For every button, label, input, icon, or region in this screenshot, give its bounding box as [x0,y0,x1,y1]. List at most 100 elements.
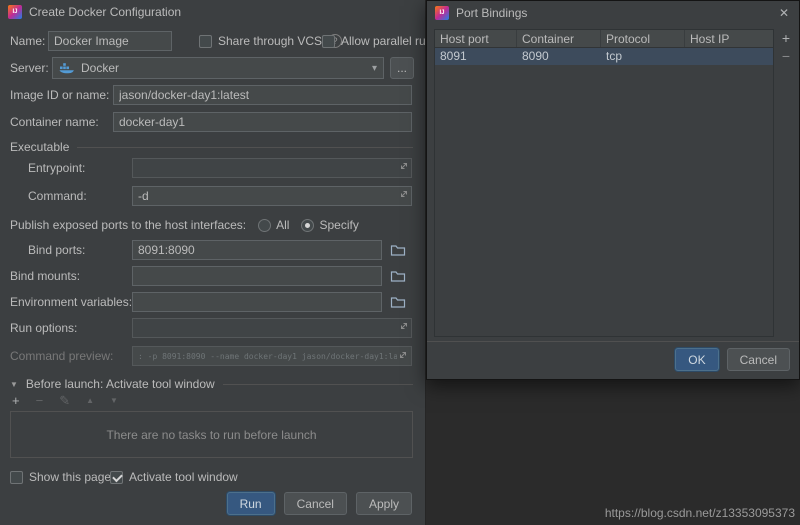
expand-icon[interactable] [398,160,410,172]
intellij-logo-icon: IJ [435,6,449,20]
show-page-option: Show this page [10,467,111,487]
run-options-input[interactable] [132,318,412,338]
image-label: Image ID or name: [10,88,110,102]
browse-folder-icon[interactable] [390,243,406,257]
intellij-logo-icon: IJ [8,5,22,19]
port-bindings-table: Host port Container port Protocol Host I… [434,29,774,337]
intellij-logo-text: IJ [439,10,445,16]
env-vars-label: Environment variables: [10,295,133,309]
move-down-button[interactable]: ▼ [110,393,118,409]
right-dialog-titlebar: IJ Port Bindings ✕ [427,1,799,25]
server-label: Server: [10,61,49,75]
name-field-wrap [48,31,172,51]
image-field-wrap [113,85,412,105]
server-select[interactable]: Docker ▾ [52,57,384,79]
allow-parallel-option: Allow parallel run [322,31,432,51]
bind-mounts-input[interactable] [132,266,382,286]
container-field-wrap [113,112,412,132]
section-divider [222,383,413,385]
server-value: Docker [81,61,120,75]
watermark-text: https://blog.csdn.net/z13353095373 [604,506,795,520]
column-header-host-port[interactable]: Host port [435,30,517,47]
entrypoint-label: Entrypoint: [28,161,86,175]
run-options-field-wrap [132,318,412,338]
ok-button[interactable]: OK [675,348,719,371]
port-bindings-dialog: IJ Port Bindings ✕ Host port Container p… [426,0,800,380]
add-task-button[interactable]: + [12,393,20,409]
name-label: Name: [10,34,46,48]
image-input[interactable] [113,85,412,105]
column-header-protocol[interactable]: Protocol [601,30,685,47]
container-name-input[interactable] [113,112,412,132]
radio-all[interactable] [258,218,272,232]
before-launch-section-header[interactable]: ▼ Before launch: Activate tool window [10,374,413,394]
run-options-label: Run options: [10,321,78,335]
radio-specify-option[interactable]: Specify [301,215,359,235]
expand-icon[interactable] [397,349,409,361]
executable-section-label: Executable [10,140,70,154]
browse-folder-icon[interactable] [390,269,406,283]
browse-folder-icon[interactable] [390,295,406,309]
command-preview-value: : -p 8091:8090 --name docker-day1 jason/… [134,348,397,364]
edit-task-button[interactable]: ✎ [59,393,70,409]
cell-container-port[interactable]: 8090 [517,48,601,65]
command-input[interactable] [132,186,412,206]
bind-ports-field-wrap [132,240,382,260]
before-launch-label: Before launch: Activate tool window [25,377,215,391]
entrypoint-input[interactable] [132,158,412,178]
collapse-icon[interactable]: ▼ [10,380,18,389]
buttons-divider [427,341,799,342]
command-field-wrap [132,186,412,206]
cell-protocol[interactable]: tcp [601,48,685,65]
share-vcs-checkbox[interactable] [199,34,212,48]
cancel-button[interactable]: Cancel [283,492,347,515]
publish-ports-label: Publish exposed ports to the host interf… [10,218,247,232]
left-dialog-title: Create Docker Configuration [29,5,182,19]
radio-all-option[interactable]: All [258,215,289,235]
left-dialog-titlebar: IJ Create Docker Configuration [0,0,425,24]
command-preview-field: : -p 8091:8090 --name docker-day1 jason/… [132,346,412,366]
share-vcs-label: Share through VCS [218,34,323,48]
left-dialog-buttons: Run Cancel Apply [226,492,412,515]
show-page-checkbox[interactable] [10,470,23,484]
command-label: Command: [28,189,87,203]
close-icon[interactable]: ✕ [777,6,791,20]
apply-button[interactable]: Apply [355,492,412,515]
executable-section-header: Executable [10,137,413,157]
cancel-button[interactable]: Cancel [726,348,790,371]
server-browse-button[interactable]: ... [390,57,414,79]
publish-ports-row: Publish exposed ports to the host interf… [10,215,359,235]
env-vars-input[interactable] [132,292,382,312]
activate-tool-window-checkbox[interactable] [110,470,123,484]
right-dialog-title: Port Bindings [456,6,528,20]
table-row[interactable]: 8091 8090 tcp [435,48,773,65]
cell-host-port[interactable]: 8091 [435,48,517,65]
table-side-toolbar: + − [777,31,795,64]
entrypoint-field-wrap [132,158,412,178]
column-header-container-port[interactable]: Container port [517,30,601,47]
activate-tool-window-label: Activate tool window [129,470,238,484]
move-up-button[interactable]: ▲ [86,393,94,409]
remove-task-button[interactable]: − [36,393,44,409]
bind-mounts-field-wrap [132,266,382,286]
table-header-row: Host port Container port Protocol Host I… [435,30,773,48]
add-row-button[interactable]: + [782,31,790,46]
tasks-empty-list: There are no tasks to run before launch [10,411,413,458]
run-button[interactable]: Run [226,492,275,515]
expand-icon[interactable] [398,320,410,332]
create-docker-configuration-dialog: IJ Create Docker Configuration Name: Sha… [0,0,432,525]
right-dialog-buttons: OK Cancel [675,348,790,371]
expand-icon[interactable] [398,188,410,200]
show-page-label: Show this page [29,470,112,484]
docker-icon [59,63,74,74]
allow-parallel-checkbox[interactable] [322,34,335,48]
cell-host-ip[interactable] [685,48,773,65]
radio-specify[interactable] [301,218,315,232]
name-input[interactable] [48,31,172,51]
before-launch-toolbar: + − ✎ ▲ ▼ [12,393,118,409]
remove-row-button[interactable]: − [782,49,790,64]
no-tasks-text: There are no tasks to run before launch [106,427,317,442]
bind-ports-input[interactable] [132,240,382,260]
column-header-host-ip[interactable]: Host IP [685,30,773,47]
activate-tool-window-option: Activate tool window [110,467,238,487]
